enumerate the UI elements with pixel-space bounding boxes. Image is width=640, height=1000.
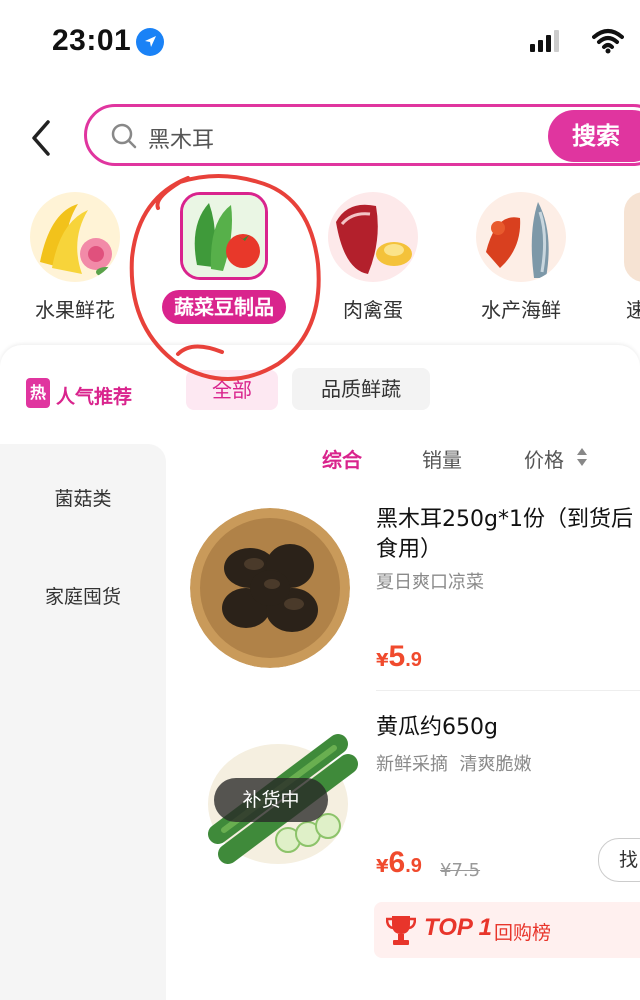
product-image-black-fungus[interactable] — [190, 508, 350, 668]
cellular-signal-icon — [530, 30, 562, 52]
sidebar-item-family-stock[interactable]: 家庭囤货 — [0, 582, 166, 609]
find-similar-button[interactable]: 找 — [598, 838, 640, 882]
category-seafood[interactable]: 水产海鲜 — [456, 294, 586, 323]
sort-comprehensive[interactable]: 综合 — [322, 444, 362, 473]
category-more[interactable]: 速 — [626, 294, 640, 323]
product-title-line2[interactable]: 食用） — [376, 534, 442, 566]
product-title[interactable]: 黄瓜约650g — [376, 712, 498, 744]
category-meat-egg-image[interactable] — [328, 192, 418, 282]
original-price: ¥7.5 — [440, 860, 481, 881]
sort-arrows-icon[interactable] — [576, 446, 588, 468]
subcategory-sidebar — [0, 444, 166, 1000]
restocking-badge: 补货中 — [214, 778, 328, 822]
category-more-image[interactable] — [624, 192, 640, 282]
category-fruit-flower-image[interactable] — [30, 192, 120, 282]
price-currency: ¥ — [376, 856, 389, 877]
divider — [376, 690, 640, 691]
repurchase-rank-label: 回购榜 — [494, 922, 552, 944]
category-seafood-image[interactable] — [476, 192, 566, 282]
hot-recommend-title: 人气推荐 — [56, 386, 133, 408]
location-arrow-icon — [136, 28, 164, 56]
wifi-icon — [592, 28, 624, 54]
back-button[interactable] — [26, 118, 58, 158]
trophy-icon — [385, 914, 417, 946]
search-button[interactable]: 搜索 — [548, 110, 640, 162]
chevron-left-icon — [32, 120, 50, 156]
annotation-circle — [118, 168, 334, 386]
price-currency: ¥ — [376, 650, 389, 671]
sidebar-item-mushroom[interactable]: 菌菇类 — [0, 484, 166, 511]
status-time: 23:01 — [52, 24, 132, 57]
search-icon — [110, 122, 138, 150]
top-rank: TOP 1 — [424, 914, 493, 941]
sort-sales[interactable]: 销量 — [422, 444, 462, 473]
sort-price[interactable]: 价格 — [524, 444, 564, 473]
price-decimal: .9 — [405, 649, 422, 671]
product-title[interactable]: 黑木耳250g*1份（到货后 — [376, 504, 640, 536]
price-integer: 5 — [388, 640, 406, 673]
hot-badge: 热 — [26, 378, 50, 408]
price-decimal: .9 — [405, 855, 422, 877]
search-query-text[interactable]: 黑木耳 — [148, 122, 214, 154]
product-subtitle: 新鲜采摘 清爽脆嫩 — [376, 754, 532, 775]
product-subtitle: 夏日爽口凉菜 — [376, 572, 484, 593]
product-price: ¥5.9 — [376, 640, 422, 674]
product-price: ¥6.9 — [376, 846, 422, 880]
price-integer: 6 — [388, 846, 406, 879]
